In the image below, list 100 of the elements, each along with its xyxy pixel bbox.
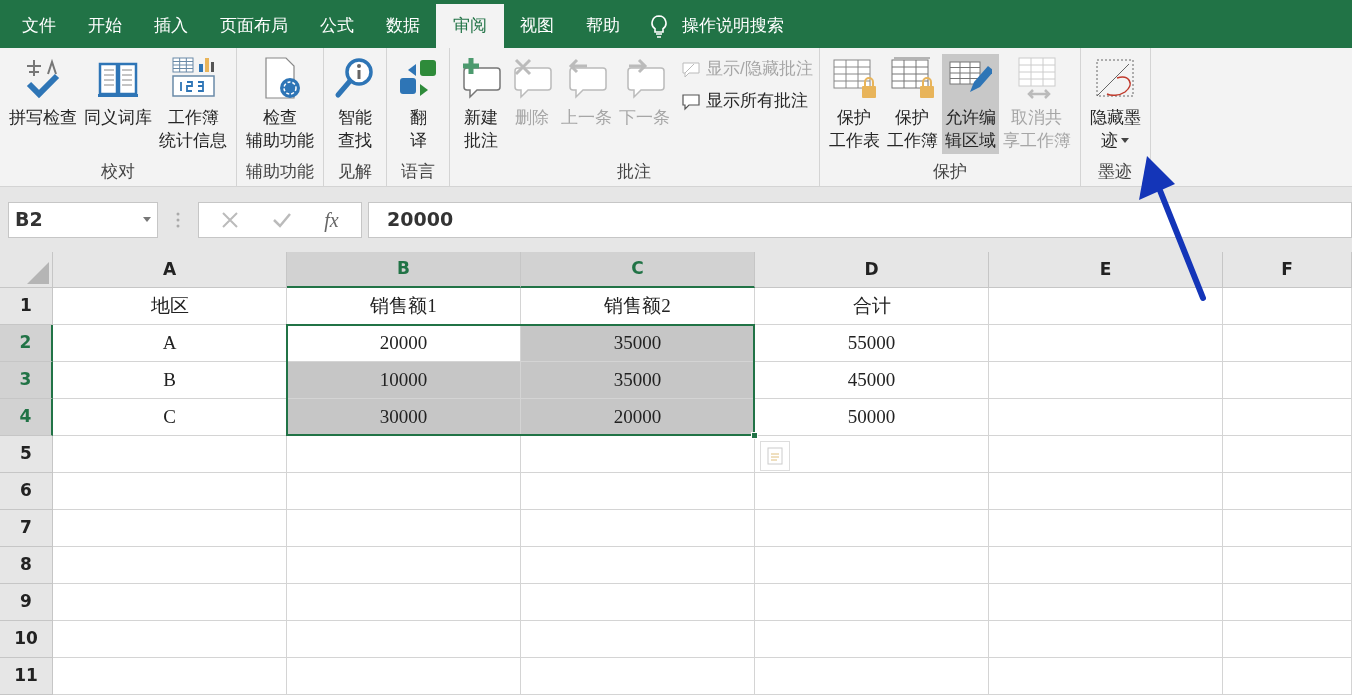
table-cell[interactable]: 20000 (287, 325, 521, 362)
column-header[interactable]: E (989, 252, 1223, 288)
table-cell[interactable] (1223, 621, 1352, 658)
row-header[interactable]: 2 (0, 325, 53, 362)
table-cell[interactable]: 50000 (755, 399, 989, 436)
cancel-icon[interactable] (221, 210, 240, 229)
column-header[interactable]: F (1223, 252, 1352, 288)
row-header[interactable]: 4 (0, 399, 53, 436)
row-header[interactable]: 6 (0, 473, 53, 510)
table-cell[interactable] (53, 584, 287, 621)
table-cell[interactable] (287, 584, 521, 621)
menu-tab[interactable]: 开始 (72, 4, 138, 48)
table-cell[interactable] (989, 621, 1223, 658)
select-all-icon[interactable] (27, 262, 49, 284)
row-header[interactable]: 11 (0, 658, 53, 695)
table-cell[interactable]: 55000 (755, 325, 989, 362)
table-cell[interactable] (989, 288, 1223, 325)
ribbon-button[interactable]: 工作簿 统计信息 (156, 54, 230, 154)
ribbon-button[interactable]: 新建 批注 (456, 54, 506, 154)
table-cell[interactable] (989, 584, 1223, 621)
ribbon-button[interactable]: 检查 辅助功能 (243, 54, 317, 154)
table-cell[interactable] (521, 436, 755, 473)
tell-me-search[interactable]: 操作说明搜索 (678, 4, 788, 48)
table-cell[interactable] (1223, 547, 1352, 584)
table-cell[interactable] (287, 436, 521, 473)
table-cell[interactable] (1223, 362, 1352, 399)
menu-tab[interactable]: 页面布局 (204, 4, 304, 48)
table-cell[interactable] (1223, 325, 1352, 362)
column-header[interactable]: D (755, 252, 989, 288)
table-cell[interactable] (521, 658, 755, 695)
table-cell[interactable] (989, 325, 1223, 362)
row-header[interactable]: 3 (0, 362, 53, 399)
table-cell[interactable] (755, 473, 989, 510)
table-cell[interactable] (521, 621, 755, 658)
table-cell[interactable] (1223, 436, 1352, 473)
table-cell[interactable] (989, 436, 1223, 473)
table-cell[interactable] (989, 510, 1223, 547)
table-cell[interactable] (53, 658, 287, 695)
table-cell[interactable] (989, 399, 1223, 436)
table-cell[interactable] (53, 510, 287, 547)
table-cell[interactable] (755, 584, 989, 621)
table-cell[interactable] (521, 510, 755, 547)
menu-tab[interactable]: 文件 (6, 4, 72, 48)
table-cell[interactable] (1223, 510, 1352, 547)
table-cell[interactable] (53, 436, 287, 473)
row-header[interactable]: 10 (0, 621, 53, 658)
menu-tab[interactable]: 数据 (370, 4, 436, 48)
ribbon-button[interactable]: 智能 查找 (330, 54, 380, 154)
row-header[interactable]: 1 (0, 288, 53, 325)
table-cell[interactable] (53, 621, 287, 658)
ribbon-button[interactable]: 允许编 辑区域 (941, 54, 999, 154)
table-cell[interactable] (287, 473, 521, 510)
table-cell[interactable] (53, 547, 287, 584)
row-header[interactable]: 7 (0, 510, 53, 547)
table-cell[interactable] (1223, 584, 1352, 621)
table-cell[interactable] (521, 547, 755, 584)
table-cell[interactable]: 45000 (755, 362, 989, 399)
menu-tab[interactable]: 视图 (504, 4, 570, 48)
table-cell[interactable]: 30000 (287, 399, 521, 436)
table-cell[interactable]: 20000 (521, 399, 755, 436)
table-cell[interactable] (989, 362, 1223, 399)
fill-handle[interactable] (751, 432, 758, 439)
row-header[interactable]: 9 (0, 584, 53, 621)
menu-tab[interactable]: 插入 (138, 4, 204, 48)
ribbon-button[interactable]: 同义词库 (81, 54, 155, 131)
table-cell[interactable]: 35000 (521, 362, 755, 399)
row-header[interactable]: 8 (0, 547, 53, 584)
table-cell[interactable] (989, 473, 1223, 510)
column-header[interactable]: B (287, 252, 521, 288)
menu-tab[interactable]: 帮助 (570, 4, 636, 48)
table-cell[interactable] (1223, 658, 1352, 695)
table-cell[interactable]: 35000 (521, 325, 755, 362)
drag-handle-icon[interactable] (176, 211, 180, 228)
table-cell[interactable] (287, 510, 521, 547)
table-cell[interactable] (1223, 288, 1352, 325)
table-cell[interactable] (989, 547, 1223, 584)
table-cell[interactable] (53, 473, 287, 510)
checkmark-icon[interactable] (271, 211, 292, 228)
table-cell[interactable] (287, 658, 521, 695)
row-header[interactable]: 5 (0, 436, 53, 473)
ribbon-button[interactable]: 保护 工作簿 (883, 54, 941, 154)
formula-input[interactable]: 20000 (368, 201, 1352, 238)
table-cell[interactable] (755, 547, 989, 584)
name-box[interactable]: B2 (8, 201, 158, 238)
table-cell[interactable]: 10000 (287, 362, 521, 399)
table-cell[interactable] (755, 621, 989, 658)
table-cell[interactable] (521, 473, 755, 510)
table-cell[interactable] (1223, 399, 1352, 436)
insert-function-button[interactable]: fx (324, 204, 339, 235)
table-cell[interactable] (755, 658, 989, 695)
ribbon-button[interactable]: 显示所有批注 (680, 88, 813, 114)
table-cell[interactable]: 合计 (755, 288, 989, 325)
menu-tab[interactable]: 审阅 (436, 4, 504, 48)
table-cell[interactable] (287, 621, 521, 658)
table-cell[interactable] (755, 510, 989, 547)
ribbon-button[interactable]: 隐藏墨 迹 (1086, 54, 1144, 154)
column-header[interactable]: C (521, 252, 755, 288)
table-cell[interactable] (1223, 473, 1352, 510)
menu-tab[interactable]: 公式 (304, 4, 370, 48)
ribbon-button[interactable]: 翻 译 (393, 54, 443, 154)
